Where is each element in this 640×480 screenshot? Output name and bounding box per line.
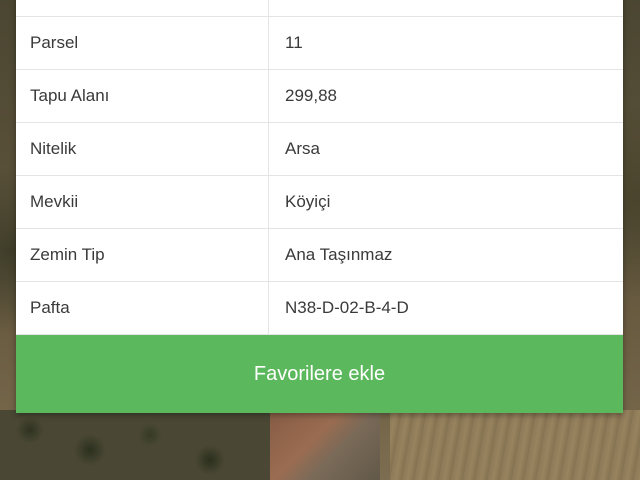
info-row-partial — [16, 0, 623, 17]
row-label: Zemin Tip — [16, 229, 269, 281]
map-field-area — [390, 410, 640, 480]
row-value: Arsa — [285, 139, 320, 158]
row-label: Pafta — [16, 282, 269, 334]
row-value: N38-D-02-B-4-D — [285, 298, 409, 317]
row-value: 299,88 — [285, 86, 337, 105]
row-label: Mevkii — [16, 176, 269, 228]
info-row-parsel: Parsel 11 — [16, 17, 623, 70]
info-row-zemin-tip: Zemin Tip Ana Taşınmaz — [16, 229, 623, 282]
info-row-nitelik: Nitelik Arsa — [16, 123, 623, 176]
row-value: Ana Taşınmaz — [285, 245, 393, 264]
row-value: 11 — [285, 33, 303, 52]
row-value: Köyiçi — [285, 192, 331, 211]
map-building-area — [270, 412, 380, 480]
row-label: Nitelik — [16, 123, 269, 175]
add-to-favorites-button[interactable]: Favorilere ekle — [16, 335, 623, 413]
map-trees-area — [0, 410, 270, 480]
info-row-mevkii: Mevkii Köyiçi — [16, 176, 623, 229]
row-label — [16, 0, 269, 16]
parcel-info-card: Parsel 11 Tapu Alanı 299,88 Nitelik Arsa… — [16, 0, 623, 413]
row-value — [269, 0, 623, 16]
row-label: Tapu Alanı — [16, 70, 269, 122]
row-label: Parsel — [16, 17, 269, 69]
info-row-tapu-alani: Tapu Alanı 299,88 — [16, 70, 623, 123]
info-row-pafta: Pafta N38-D-02-B-4-D — [16, 282, 623, 335]
